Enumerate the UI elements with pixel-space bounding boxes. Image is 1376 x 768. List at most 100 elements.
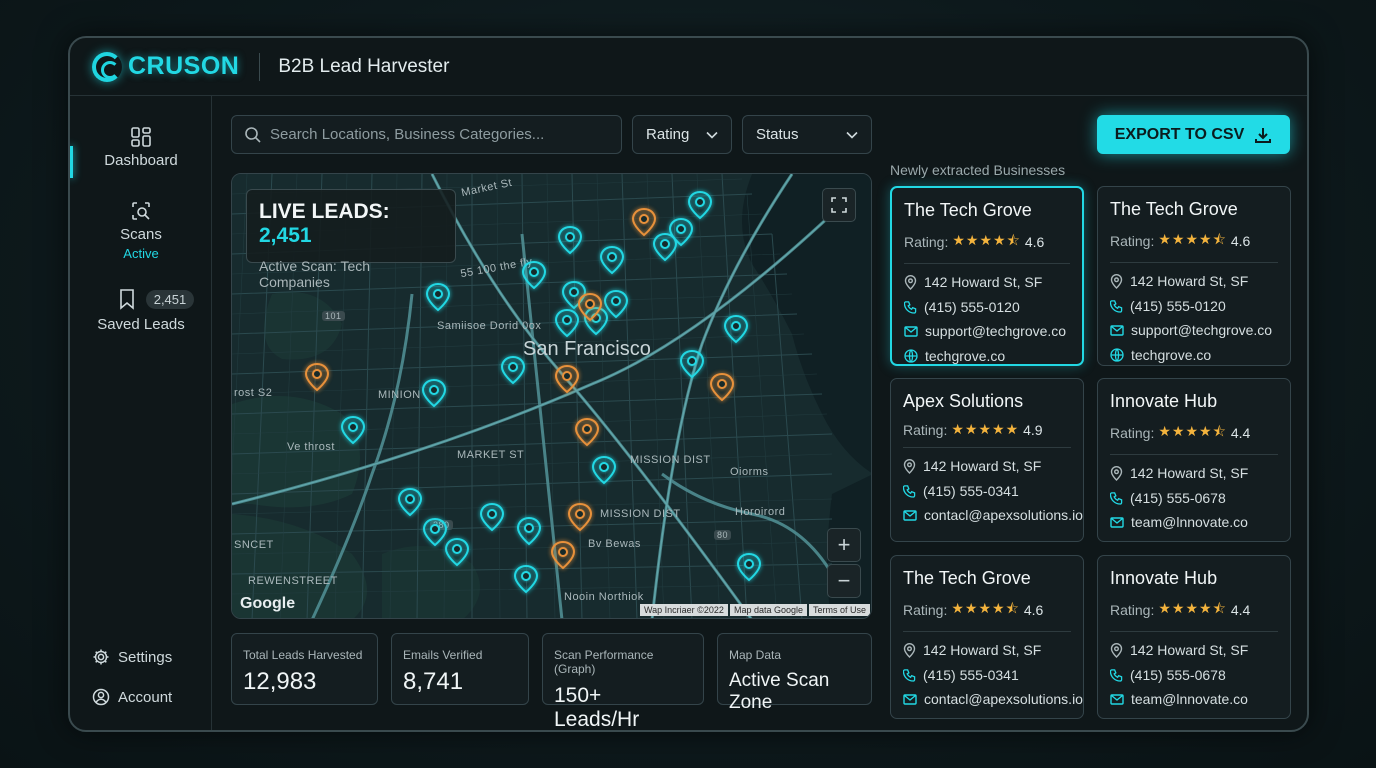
card-website[interactable]: techgrove.co [1110, 343, 1278, 368]
rating-value: 4.6 [1023, 602, 1044, 618]
phone-icon [1110, 668, 1123, 682]
business-name: Innovate Hub [1110, 568, 1218, 588]
search-icon [245, 126, 261, 143]
card-phone-text: (415) 555-0341 [923, 666, 1019, 683]
card-email-text: team@lnnovate.co [1131, 691, 1248, 708]
email-icon [904, 326, 918, 337]
card-email[interactable]: contacl@apexsolutions.io [903, 687, 1083, 712]
card-phone[interactable]: (415) 555-0678 [1110, 486, 1278, 511]
export-csv-button[interactable]: EXPORT TO CSV [1097, 115, 1290, 154]
business-name: The Tech Grove [903, 568, 1031, 588]
business-rating: Rating: ★★★★⯪ 4.6 [904, 230, 1070, 254]
lead-pin [501, 356, 525, 384]
lead-pin-warm [555, 365, 579, 393]
card-phone[interactable]: (415) 555-0120 [904, 295, 1070, 320]
email-icon [903, 510, 917, 521]
stat-scan-performance[interactable]: Scan Performance (Graph) 150+ Leads/Hr [542, 633, 704, 730]
business-card[interactable]: Innovate Hub Rating: ★★★★⯪ 4.4 142 Howard St… [1097, 378, 1291, 542]
rating-prefix: Rating: [1110, 425, 1155, 441]
sidebar-item-saved-leads[interactable]: 2,451 Saved Leads [70, 286, 212, 333]
card-phone[interactable]: (415) 555-0120 [1110, 294, 1278, 319]
rating-dropdown[interactable]: Rating [632, 115, 732, 154]
card-address-text: 142 Howard St, SF [923, 458, 1042, 475]
sidebar-item-scans[interactable]: Scans Active [70, 200, 212, 261]
lead-pin-warm [568, 503, 592, 531]
cruson-logo-icon [92, 51, 122, 82]
header-divider [259, 52, 261, 81]
account-label: Account [118, 688, 173, 706]
card-divider [904, 263, 1070, 264]
zoom-out-button[interactable]: − [827, 564, 861, 598]
card-email[interactable]: support@techgrove.co [1110, 318, 1278, 343]
card-email[interactable]: contacl@apexsolutions.io [903, 503, 1083, 528]
business-card[interactable]: The Tech Grove Rating: ★★★★⯪ 4.6 142 Howard … [890, 555, 1084, 719]
card-phone-text: (415) 555-0678 [1130, 666, 1226, 683]
card-phone-text: (415) 555-0120 [924, 298, 1020, 315]
card-divider [1110, 631, 1278, 632]
status-dropdown-label: Status [756, 126, 799, 143]
sidebar-item-dashboard[interactable]: Dashboard [70, 126, 212, 170]
card-website-text: techgrove.co [925, 347, 1006, 364]
fullscreen-button[interactable] [822, 188, 856, 222]
sidebar-item-label: Saved Leads [97, 316, 185, 333]
card-phone[interactable]: (415) 555-0678 [1110, 663, 1278, 688]
map-view[interactable]: Market St 55 100 the fly Samiisoe Dorid … [231, 173, 872, 619]
sidebar-item-settings[interactable]: Settings [92, 648, 172, 666]
business-card[interactable]: Apex Solutions Rating: ★★★★★ 4.9 142 Howard … [890, 378, 1084, 542]
stat-emails-verified: Emails Verified 8,741 [391, 633, 529, 705]
card-website[interactable]: techgrove.co [904, 344, 1070, 369]
email-icon [903, 694, 917, 705]
lead-pin [724, 315, 748, 343]
lead-pin [680, 350, 704, 378]
lead-pin [555, 309, 579, 337]
business-card[interactable]: Innovate Hub Rating: ★★★★⯪ 4.4 142 Howard St… [1097, 555, 1291, 719]
email-icon [1110, 694, 1124, 705]
export-label: EXPORT TO CSV [1114, 125, 1245, 143]
lead-pin [445, 538, 469, 566]
card-email[interactable]: team@lnnovate.co [1110, 687, 1278, 712]
rating-value: 4.4 [1230, 602, 1251, 618]
card-email-text: team@lnnovate.co [1131, 514, 1248, 531]
lead-pin [669, 218, 693, 246]
lead-pin-warm [632, 208, 656, 236]
phone-icon [1110, 491, 1123, 505]
zoom-in-button[interactable]: + [827, 528, 861, 562]
live-leads-count: 2,451 [259, 224, 312, 247]
rating-prefix: Rating: [903, 421, 948, 438]
card-address-text: 142 Howard St, SF [1130, 273, 1249, 290]
lead-pin [422, 379, 446, 407]
card-phone[interactable]: (415) 555-0341 [903, 663, 1071, 688]
live-leads-panel: LIVE LEADS: 2,451 Active Scan: Tech Comp… [246, 189, 456, 290]
business-card[interactable]: The Tech Grove Rating: ★★★★⯪ 4.6 142 Howard … [1097, 186, 1291, 366]
lead-pin [600, 246, 624, 274]
stat-map-data: Map Data Active Scan Zone [717, 633, 872, 713]
business-rating: Rating: ★★★★⯪ 4.6 [1110, 229, 1278, 253]
business-name: The Tech Grove [1110, 199, 1238, 219]
lead-pin [398, 488, 422, 516]
card-phone[interactable]: (415) 555-0341 [903, 479, 1071, 504]
location-pin-icon [1110, 273, 1123, 289]
card-email[interactable]: support@techgrove.co [904, 319, 1070, 344]
card-email[interactable]: team@lnnovate.co [1110, 510, 1278, 535]
map-attribution[interactable]: Map data Google [730, 604, 808, 616]
star-rating-icon: ★★★★⯪ [1158, 231, 1227, 247]
lead-pin [341, 416, 365, 444]
search-input[interactable] [270, 126, 590, 143]
bookmark-icon [119, 289, 134, 310]
brand-logo[interactable]: CRUSON [92, 51, 239, 82]
card-address: 142 Howard St, SF [1110, 461, 1278, 486]
card-phone-text: (415) 555-0678 [1130, 489, 1226, 506]
business-card[interactable]: The Tech Grove Rating: ★★★★⯪ 4.6 142 Howard … [890, 186, 1084, 366]
rating-prefix: Rating: [904, 234, 949, 250]
location-pin-icon [903, 642, 916, 658]
rating-value: 4.4 [1230, 425, 1251, 441]
terms-link[interactable]: Terms of Use [809, 604, 871, 616]
card-phone-text: (415) 555-0120 [1130, 297, 1226, 314]
status-dropdown[interactable]: Status [742, 115, 872, 154]
stat-label: Emails Verified [403, 648, 483, 662]
card-website-text: techgrove.co [1131, 346, 1212, 363]
star-rating-icon: ★★★★★ [951, 421, 1020, 437]
scan-search-icon [132, 202, 150, 220]
stat-total-leads: Total Leads Harvested 12,983 [231, 633, 378, 705]
sidebar-item-account[interactable]: Account [92, 688, 172, 706]
